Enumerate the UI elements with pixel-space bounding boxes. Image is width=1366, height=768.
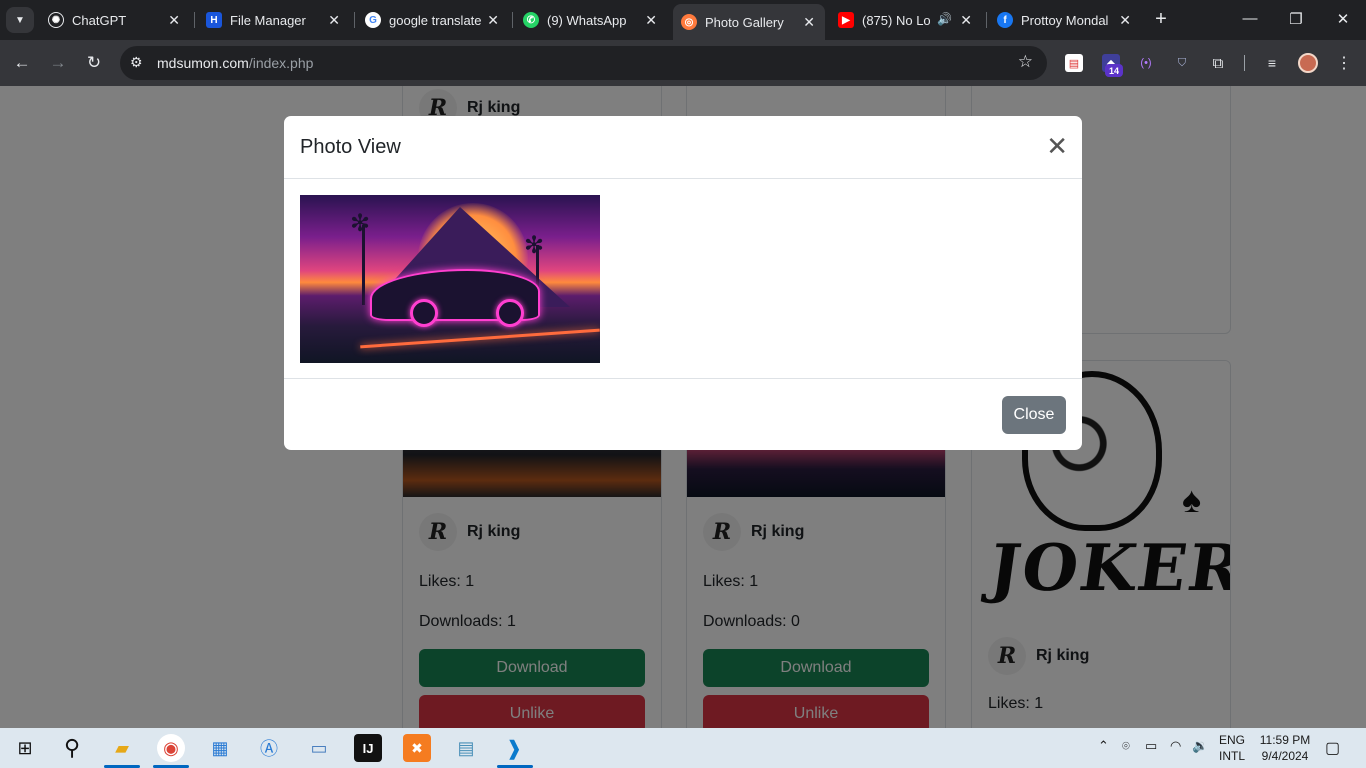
modal-title: Photo View xyxy=(300,136,401,158)
bookmark-star-icon[interactable]: ☆ xyxy=(1018,52,1033,72)
facebook-icon: f xyxy=(997,12,1013,28)
google-icon: G xyxy=(365,12,381,28)
url-path: /index.php xyxy=(248,55,314,71)
tab-close-icon[interactable]: ✕ xyxy=(487,12,499,29)
battery-icon[interactable]: ▭ xyxy=(1145,738,1157,754)
tab-divider xyxy=(986,12,987,28)
menu-dots-icon[interactable]: ⋮ xyxy=(1335,54,1353,72)
speaker-icon[interactable]: 🔊 xyxy=(937,12,952,26)
keyboard-layout: INTL xyxy=(1219,749,1246,763)
app-installer-icon[interactable]: Ⓐ xyxy=(255,734,283,762)
volume-icon[interactable]: 🔉 xyxy=(1192,738,1208,754)
palm-tree-art: ✻ xyxy=(350,210,371,237)
windows-start-icon[interactable]: ⊞ xyxy=(11,734,39,762)
notepad-icon[interactable]: ▤ xyxy=(452,734,480,762)
language-code: ENG xyxy=(1219,733,1246,747)
tab-google-translate[interactable]: G google translate ✕ xyxy=(357,5,509,35)
gallery-icon: ◎ xyxy=(681,14,697,30)
neon-road-art xyxy=(360,328,600,349)
laptop-icon[interactable]: ▭ xyxy=(305,734,333,762)
modal-header: Photo View ✕ xyxy=(284,116,1082,179)
modal-photo: ✻ ✻ xyxy=(300,195,600,363)
tab-divider xyxy=(194,12,195,28)
url-domain: mdsumon.com xyxy=(157,55,249,71)
notification-icon[interactable]: ▢ xyxy=(1325,738,1340,758)
restore-icon[interactable]: ❐ xyxy=(1286,10,1306,28)
taskbar: ⊞ ⚲ ▰ ◉ ▦ Ⓐ ▭ IJ ✖ ▤ ❱ ⌃ ⌾ ▭ ◠ 🔉 ENG INT… xyxy=(0,728,1366,768)
media-control-icon[interactable]: ≡ xyxy=(1263,54,1281,72)
car-wheel-art xyxy=(410,299,438,327)
palm-tree-art: ✻ xyxy=(524,232,545,259)
tab-close-icon[interactable]: ✕ xyxy=(803,14,815,31)
clock[interactable]: 11:59 PM 9/4/2024 xyxy=(1254,732,1316,764)
tab-close-icon[interactable]: ✕ xyxy=(328,12,340,29)
profile-avatar[interactable] xyxy=(1298,53,1318,73)
language-indicator[interactable]: ENG INTL xyxy=(1219,732,1245,764)
site-settings-icon[interactable]: ⚙ xyxy=(130,54,143,71)
new-tab-button[interactable]: + xyxy=(1152,8,1170,30)
minimize-icon[interactable]: — xyxy=(1240,10,1260,27)
tab-close-icon[interactable]: ✕ xyxy=(960,12,972,29)
intellij-icon[interactable]: IJ xyxy=(354,734,382,762)
tab-divider xyxy=(512,12,513,28)
extension-notes-icon[interactable]: ▤ xyxy=(1065,54,1083,72)
forward-icon[interactable]: → xyxy=(47,53,69,73)
tab-photo-gallery[interactable]: ◎ Photo Gallery ✕ xyxy=(673,4,825,40)
tab-youtube[interactable]: ▶ (875) No Lov 🔊 ✕ xyxy=(830,5,982,35)
close-icon[interactable]: ✕ xyxy=(1046,133,1068,159)
window-close-icon[interactable]: ✕ xyxy=(1333,10,1353,28)
close-button[interactable]: Close xyxy=(1002,396,1066,434)
chrome-icon[interactable]: ◉ xyxy=(157,734,185,762)
tab-chatgpt[interactable]: ✺ ChatGPT ✕ xyxy=(40,5,190,35)
control-panel-icon[interactable]: ▦ xyxy=(206,734,234,762)
extensions-puzzle-icon[interactable]: ⧉ xyxy=(1209,54,1227,72)
url-text[interactable]: mdsumon.com/index.php xyxy=(157,55,313,71)
clock-date: 9/4/2024 xyxy=(1261,749,1309,763)
tab-title: (875) No Lov xyxy=(862,12,930,28)
tab-facebook[interactable]: f Prottoy Mondal ✕ xyxy=(989,5,1141,35)
search-icon[interactable]: ⚲ xyxy=(58,734,86,762)
tab-close-icon[interactable]: ✕ xyxy=(168,12,180,29)
modal-body: ✻ ✻ xyxy=(284,179,1082,379)
address-bar[interactable]: ⚙ mdsumon.com/index.php ☆ xyxy=(120,46,1047,80)
tab-close-icon[interactable]: ✕ xyxy=(645,12,657,29)
vscode-icon[interactable]: ❱ xyxy=(500,734,528,762)
toolbar-divider xyxy=(1244,55,1245,71)
tab-divider xyxy=(354,12,355,28)
xampp-icon[interactable]: ✖ xyxy=(403,734,431,762)
wifi-icon[interactable]: ◠ xyxy=(1170,738,1181,754)
gallery-page: R Rj king R Rj king Likes: 1 Downloads: … xyxy=(0,86,1366,728)
browser-toolbar: ← → ↻ ⚙ mdsumon.com/index.php ☆ ▤ ◆ (•) … xyxy=(0,40,1366,86)
tab-title: google translate xyxy=(389,12,481,28)
photo-view-modal: Photo View ✕ ✻ ✻ Close xyxy=(284,116,1082,450)
chatgpt-icon: ✺ xyxy=(48,12,64,28)
youtube-icon: ▶ xyxy=(838,12,854,28)
clock-time: 11:59 PM xyxy=(1259,733,1311,747)
extension-badge: 14 xyxy=(1105,64,1123,77)
file-explorer-icon[interactable]: ▰ xyxy=(108,734,136,762)
tab-title: Prottoy Mondal xyxy=(1021,12,1109,28)
whatsapp-icon: ✆ xyxy=(523,12,539,28)
tab-whatsapp[interactable]: ✆ (9) WhatsApp ✕ xyxy=(515,5,667,35)
chevron-up-icon[interactable]: ⌃ xyxy=(1098,738,1109,754)
car-wheel-art xyxy=(496,299,524,327)
tab-search-button[interactable]: ▼ xyxy=(6,7,34,33)
back-icon[interactable]: ← xyxy=(11,53,33,73)
meet-now-icon[interactable]: ⌾ xyxy=(1122,738,1130,754)
extension-radio-icon[interactable]: (•) xyxy=(1137,54,1155,72)
file-manager-icon: H xyxy=(206,12,222,28)
reload-icon[interactable]: ↻ xyxy=(83,53,105,73)
extension-shield-icon[interactable]: ⛉ xyxy=(1173,54,1191,72)
tab-strip: ▼ ✺ ChatGPT ✕ H File Manager ✕ G google … xyxy=(0,0,1366,40)
tab-file-manager[interactable]: H File Manager ✕ xyxy=(198,5,350,35)
tab-close-icon[interactable]: ✕ xyxy=(1119,12,1131,29)
